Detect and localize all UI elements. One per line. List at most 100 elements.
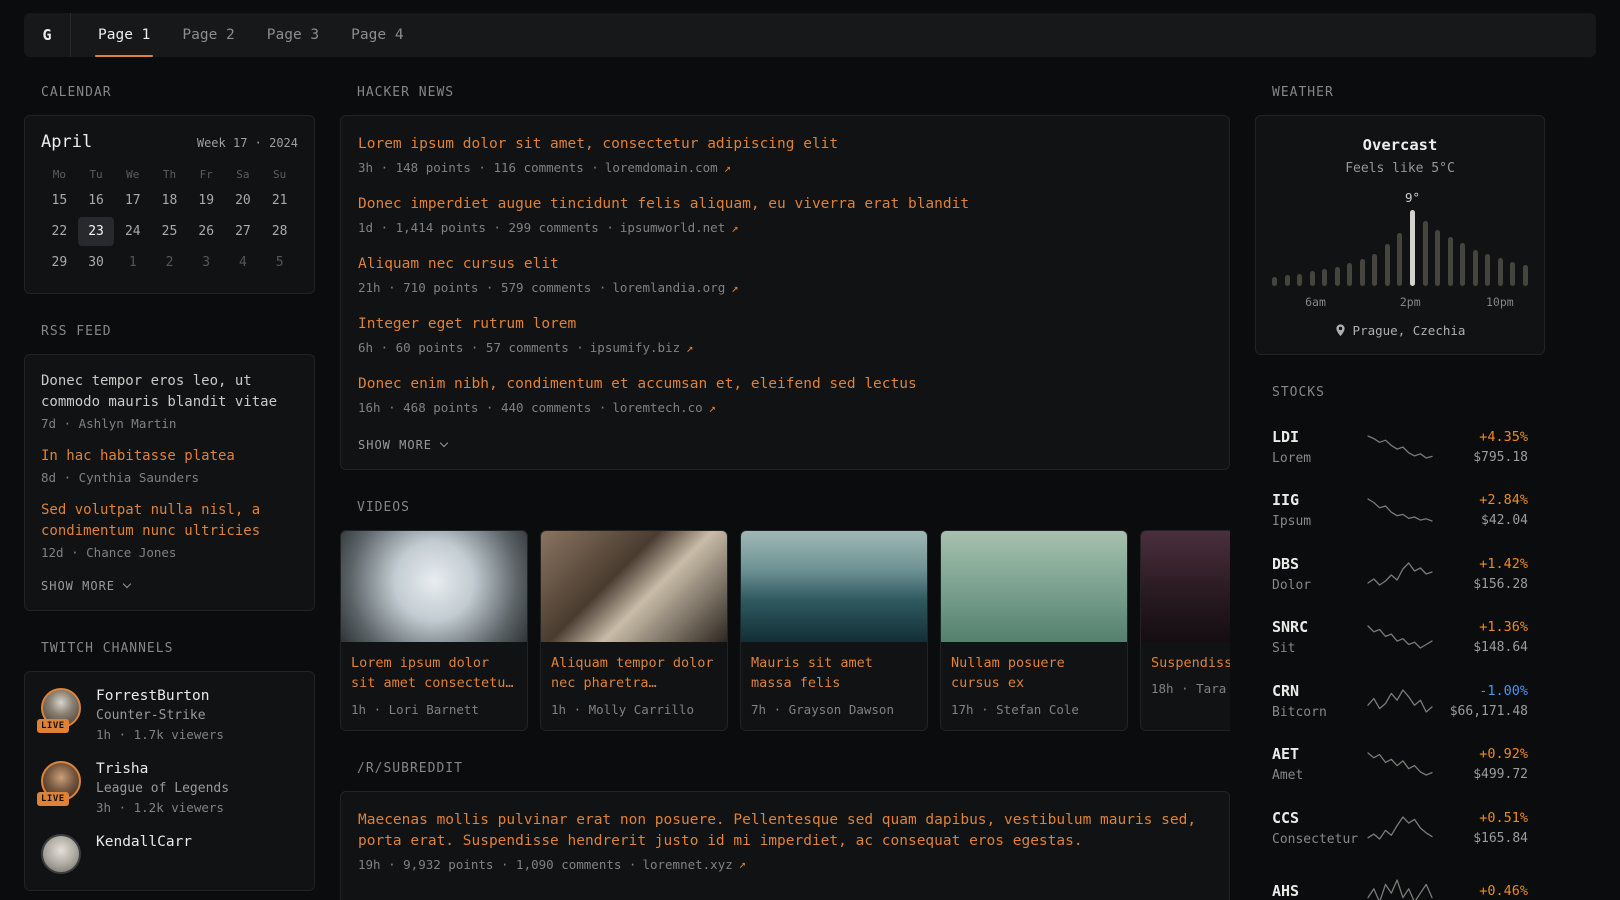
hn-item-title[interactable]: Integer eget rutrum lorem	[358, 314, 1212, 335]
weather-bar	[1397, 233, 1402, 286]
stock-row[interactable]: CCS Consectetur +0.51% $165.84	[1272, 796, 1528, 860]
stock-sparkline	[1368, 434, 1432, 460]
hn-item-domain[interactable]: loremdomain.com	[605, 160, 718, 175]
tab-page-2[interactable]: Page 2	[179, 13, 237, 57]
hn-item-meta: 6h · 60 points · 57 comments · ipsumify.…	[358, 340, 1212, 355]
calendar-day[interactable]: 23	[78, 217, 115, 246]
live-badge: LIVE	[37, 719, 69, 733]
calendar-day[interactable]: 25	[151, 217, 188, 246]
subreddit-post-meta: 19h · 9,932 points · 1,090 comments · lo…	[358, 857, 1212, 872]
rss-item: In hac habitasse platea 8d · Cynthia Sau…	[41, 446, 298, 485]
avatar: LIVE	[41, 688, 81, 728]
external-link-icon: ↗	[724, 161, 731, 175]
video-title[interactable]: Suspendisse diam	[1151, 653, 1230, 673]
calendar-day[interactable]: 30	[78, 248, 115, 277]
stock-row[interactable]: CRN Bitcorn -1.00% $66,171.48	[1272, 669, 1528, 733]
calendar-day[interactable]: 15	[41, 186, 78, 215]
calendar-day[interactable]: 3	[188, 248, 225, 277]
calendar-day[interactable]: 22	[41, 217, 78, 246]
hn-item-domain[interactable]: ipsumify.biz	[590, 340, 680, 355]
calendar-day[interactable]: 27	[225, 217, 262, 246]
tab-page-1[interactable]: Page 1	[95, 13, 153, 57]
channel-name[interactable]: ForrestBurton	[96, 688, 224, 704]
stock-price: $156.28	[1432, 577, 1528, 592]
video-title[interactable]: Lorem ipsum dolor sit amet consectetu…	[351, 653, 517, 694]
hn-item-title[interactable]: Aliquam nec cursus elit	[358, 254, 1212, 275]
video-title[interactable]: Mauris sit amet massa felis	[751, 653, 917, 694]
dashboard-page: G Page 1 Page 2 Page 3 Page 4 Calendar A…	[0, 0, 1620, 900]
video-card[interactable]: Aliquam tempor dolor nec pharetra… 1h · …	[540, 530, 728, 731]
calendar-day[interactable]: 26	[188, 217, 225, 246]
hn-item-domain[interactable]: loremtech.co	[612, 400, 702, 415]
subreddit-post-title[interactable]: Maecenas mollis pulvinar erat non posuer…	[358, 810, 1212, 852]
rss-item-title[interactable]: Sed volutpat nulla nisl, a condimentum n…	[41, 500, 298, 542]
subreddit-widget: /r/subreddit Maecenas mollis pulvinar er…	[340, 761, 1230, 900]
twitch-channel[interactable]: LIVE Trisha League of Legends 3h · 1.2k …	[41, 761, 298, 815]
rss-item: Sed volutpat nulla nisl, a condimentum n…	[41, 500, 298, 560]
twitch-channel[interactable]: KendallCarr	[41, 834, 298, 874]
tab-page-4[interactable]: Page 4	[348, 13, 406, 57]
twitch-widget: Twitch Channels LIVE ForrestBurton Count…	[24, 641, 315, 891]
calendar-day[interactable]: 17	[114, 186, 151, 215]
weather-bar	[1360, 259, 1365, 286]
rss-item-title[interactable]: Donec tempor eros leo, ut commodo mauris…	[41, 371, 298, 413]
left-column: Calendar April Week 17 · 2024 MoTuWeThFr…	[24, 85, 315, 900]
twitch-channel[interactable]: LIVE ForrestBurton Counter-Strike 1h · 1…	[41, 688, 298, 742]
show-more-label: SHOW MORE	[41, 579, 115, 593]
hn-show-more-button[interactable]: SHOW MORE	[358, 438, 447, 452]
calendar-week-info: Week 17 · 2024	[197, 136, 298, 150]
rss-item: Donec tempor eros leo, ut commodo mauris…	[41, 371, 298, 431]
tab-page-3[interactable]: Page 3	[264, 13, 322, 57]
stock-row[interactable]: AHS +0.46%	[1272, 860, 1528, 900]
video-title[interactable]: Aliquam tempor dolor nec pharetra…	[551, 653, 717, 694]
weather-bar	[1310, 271, 1315, 286]
stock-row[interactable]: DBS Dolor +1.42% $156.28	[1272, 542, 1528, 606]
weather-bar	[1498, 258, 1503, 286]
hn-item-title[interactable]: Lorem ipsum dolor sit amet, consectetur …	[358, 134, 1212, 155]
calendar-day[interactable]: 16	[78, 186, 115, 215]
video-card[interactable]: Mauris sit amet massa felis 7h · Grayson…	[740, 530, 928, 731]
calendar-day[interactable]: 2	[151, 248, 188, 277]
hn-item-meta: 21h · 710 points · 579 comments · loreml…	[358, 280, 1212, 295]
channel-name[interactable]: Trisha	[96, 761, 229, 777]
location-pin-icon	[1335, 324, 1346, 337]
calendar-day[interactable]: 20	[225, 186, 262, 215]
calendar-day[interactable]: 1	[114, 248, 151, 277]
calendar-day[interactable]: 5	[261, 248, 298, 277]
channel-avatar-image	[41, 834, 81, 874]
hn-item-domain[interactable]: ipsumworld.net	[620, 220, 725, 235]
stock-row[interactable]: LDI Lorem +4.35% $795.18	[1272, 415, 1528, 479]
video-card[interactable]: Nullam posuere cursus ex 17h · Stefan Co…	[940, 530, 1128, 731]
hn-item-title[interactable]: Donec imperdiet augue tincidunt felis al…	[358, 194, 1212, 215]
hn-meta-text: 6h · 60 points · 57 comments ·	[358, 340, 584, 355]
stock-values: +4.35% $795.18	[1432, 429, 1528, 465]
channel-name[interactable]: KendallCarr	[96, 834, 192, 850]
hn-item-title[interactable]: Donec enim nibh, condimentum et accumsan…	[358, 374, 1212, 395]
app-logo[interactable]: G	[24, 13, 71, 57]
video-title[interactable]: Nullam posuere cursus ex	[951, 653, 1117, 694]
stock-row[interactable]: IIG Ipsum +2.84% $42.04	[1272, 479, 1528, 543]
calendar-day[interactable]: 21	[261, 186, 298, 215]
weather-bars	[1272, 210, 1528, 286]
rss-item-title[interactable]: In hac habitasse platea	[41, 446, 298, 467]
weather-bar	[1435, 230, 1440, 286]
hn-item-meta: 16h · 468 points · 440 comments · loremt…	[358, 400, 1212, 415]
stock-row[interactable]: SNRC Sit +1.36% $148.64	[1272, 606, 1528, 670]
calendar-day[interactable]: 18	[151, 186, 188, 215]
videos-widget: Videos Lorem ipsum dolor sit amet consec…	[340, 500, 1230, 731]
stock-row[interactable]: AET Amet +0.92% $499.72	[1272, 733, 1528, 797]
external-link-icon: ↗	[731, 281, 738, 295]
calendar-day[interactable]: 4	[225, 248, 262, 277]
calendar-day[interactable]: 29	[41, 248, 78, 277]
rss-show-more-button[interactable]: SHOW MORE	[41, 579, 130, 593]
calendar-day[interactable]: 28	[261, 217, 298, 246]
video-card[interactable]: Lorem ipsum dolor sit amet consectetu… 1…	[340, 530, 528, 731]
hn-item-domain[interactable]: loremlandia.org	[612, 280, 725, 295]
subreddit-post-domain[interactable]: loremnet.xyz	[642, 857, 732, 872]
stock-id: IIG Ipsum	[1272, 491, 1368, 529]
video-card[interactable]: Suspendisse diam 18h · Tara	[1140, 530, 1230, 731]
section-title-weather: Weather	[1272, 85, 1545, 100]
hn-meta-text: 21h · 710 points · 579 comments ·	[358, 280, 606, 295]
calendar-day[interactable]: 19	[188, 186, 225, 215]
calendar-day[interactable]: 24	[114, 217, 151, 246]
